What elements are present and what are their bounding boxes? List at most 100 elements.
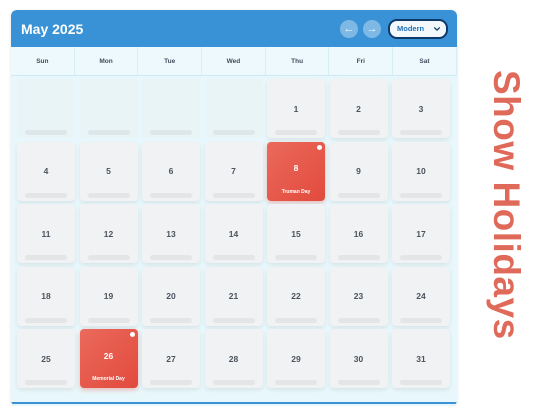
day-cell[interactable]: 19 [79, 266, 138, 326]
cell-shadow [337, 192, 380, 198]
footer-divider [11, 402, 457, 404]
day-number: 19 [103, 291, 114, 301]
cell-shadow [400, 380, 442, 385]
day-number: 16 [353, 228, 364, 239]
calendar-header: May 2025 ← → Modern [11, 10, 457, 47]
day-cell[interactable]: 15 [267, 204, 325, 263]
day-cell[interactable]: 17 [392, 204, 450, 263]
calendar-widget: May 2025 ← → Modern Sun Mon Tue Wed Thu … [11, 10, 457, 406]
day-cell[interactable]: 14 [204, 204, 263, 263]
cell-shadow [87, 255, 130, 260]
show-holidays-label: Show Holidays [478, 60, 534, 350]
day-number: 15 [291, 228, 301, 239]
cell-shadow [337, 130, 380, 135]
day-cell[interactable]: 29 [267, 329, 325, 388]
day-cell[interactable]: 4 [17, 141, 75, 201]
day-cell[interactable]: 6 [142, 141, 200, 201]
day-cell[interactable]: 27 [142, 329, 200, 388]
day-cell[interactable]: 23 [329, 266, 388, 326]
show-holidays-text: Show Holidays [486, 70, 527, 340]
day-number: 6 [168, 166, 174, 176]
day-cell[interactable]: 20 [142, 266, 200, 326]
theme-select-value: Modern [397, 24, 425, 33]
cell-shadow [275, 380, 317, 385]
empty-day-cell [204, 79, 263, 138]
weekday-tue: Tue [138, 47, 203, 75]
day-cell[interactable]: 12 [79, 204, 138, 263]
day-cell[interactable]: 24 [392, 266, 450, 326]
day-number: 7 [231, 166, 236, 176]
day-cell[interactable]: 9 [329, 141, 388, 201]
holiday-indicator-dot [129, 332, 135, 337]
day-cell[interactable]: 10 [392, 141, 450, 201]
day-cell[interactable]: 3 [392, 79, 450, 138]
cell-shadow [212, 130, 255, 135]
day-number: 21 [228, 291, 239, 301]
day-number: 11 [41, 228, 51, 239]
chevron-down-icon [433, 26, 441, 31]
empty-day-cell [17, 79, 75, 138]
cell-shadow [275, 130, 317, 135]
cell-shadow [25, 380, 67, 385]
day-cell[interactable]: 2 [329, 79, 388, 138]
day-cell[interactable]: 18 [17, 266, 75, 326]
day-number: 1 [293, 103, 299, 114]
day-number: 5 [106, 166, 111, 176]
cell-shadow [337, 380, 380, 385]
day-cell[interactable]: 22 [267, 266, 325, 326]
day-number: 13 [166, 228, 176, 239]
day-number: 22 [291, 291, 301, 301]
day-cell[interactable]: 25 [17, 329, 75, 388]
cell-shadow [25, 255, 67, 260]
cell-shadow [87, 192, 130, 198]
day-cell[interactable]: 21 [204, 266, 263, 326]
day-number: 2 [356, 103, 361, 114]
holiday-day-cell[interactable]: 8 Truman Day [267, 141, 325, 201]
cell-shadow [337, 255, 380, 260]
day-number: 27 [166, 353, 176, 364]
day-number: 12 [103, 228, 114, 239]
day-number: 23 [353, 291, 364, 301]
day-cell[interactable]: 13 [142, 204, 200, 263]
day-number: 3 [418, 103, 424, 114]
cell-shadow [150, 380, 192, 385]
empty-day-cell [142, 79, 200, 138]
arrow-right-icon: → [366, 22, 378, 35]
day-cell[interactable]: 31 [392, 329, 450, 388]
cell-shadow [212, 380, 255, 385]
cell-shadow [150, 192, 192, 198]
next-month-button[interactable]: → [363, 19, 381, 38]
cell-shadow [275, 255, 317, 260]
month-title: May 2025 [21, 20, 84, 37]
day-cell[interactable]: 30 [329, 329, 388, 388]
day-cell[interactable]: 11 [17, 204, 75, 263]
day-number: 8 [293, 163, 299, 173]
cell-shadow [87, 130, 130, 135]
day-number: 29 [291, 353, 301, 364]
cell-shadow [150, 317, 192, 323]
cell-shadow [400, 317, 442, 323]
day-cell[interactable]: 7 [204, 141, 263, 201]
cell-shadow [400, 130, 442, 135]
cell-shadow [212, 255, 255, 260]
cell-shadow [212, 192, 255, 198]
day-number: 20 [166, 291, 176, 301]
day-cell[interactable]: 5 [79, 141, 138, 201]
weekday-sat: Sat [393, 47, 457, 75]
cell-shadow [25, 130, 67, 135]
cell-shadow [87, 317, 130, 323]
day-number: 26 [103, 350, 114, 361]
day-cell[interactable]: 1 [267, 79, 325, 138]
holiday-indicator-dot [317, 144, 322, 150]
cell-shadow [25, 192, 67, 198]
day-cell[interactable]: 16 [329, 204, 388, 263]
day-number: 30 [353, 353, 364, 364]
theme-select[interactable]: Modern [388, 18, 448, 39]
cell-shadow [212, 317, 255, 323]
weekday-fri: Fri [329, 47, 394, 75]
prev-month-button[interactable]: ← [340, 19, 358, 38]
holiday-day-cell[interactable]: 26 Memorial Day [79, 329, 138, 388]
cell-shadow [400, 255, 442, 260]
day-cell[interactable]: 28 [204, 329, 263, 388]
cell-shadow [337, 317, 380, 323]
